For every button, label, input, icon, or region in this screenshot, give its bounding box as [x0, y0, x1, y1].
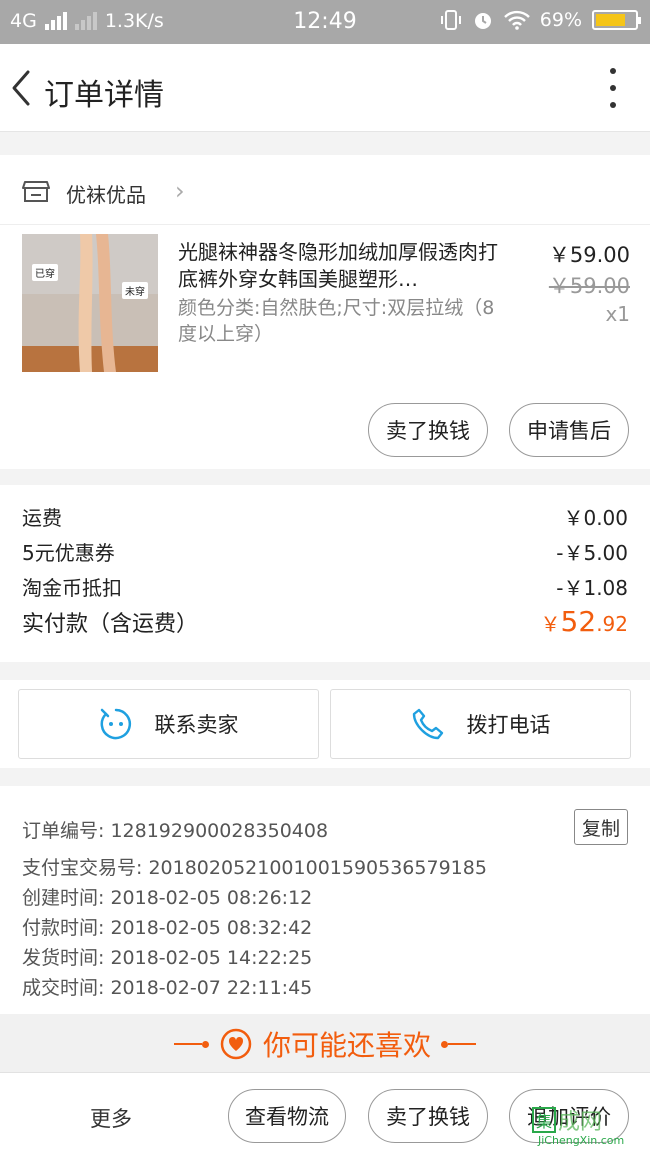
sell-exchange-button[interactable]: 卖了换钱	[368, 403, 488, 457]
completed-time-line: 成交时间: 2018-02-07 22:11:45	[22, 973, 312, 1000]
header: 订单详情	[0, 44, 650, 132]
paid-time-line: 付款时间: 2018-02-05 08:32:42	[22, 913, 312, 940]
shipping-value: ￥0.00	[563, 506, 628, 530]
coupon-label: 5元优惠券	[22, 541, 115, 565]
recommend-header: 你可能还喜欢	[0, 1024, 650, 1064]
status-right: 69%	[440, 9, 641, 31]
copy-button[interactable]: 复制	[574, 809, 628, 845]
fee-summary: 运费 ￥0.00 5元优惠券 -￥5.00 淘金币抵扣 -￥1.08 实付款（含…	[0, 485, 650, 662]
coupon-row: 5元优惠券 -￥5.00	[22, 537, 628, 566]
add-review-button[interactable]: 追加评价	[509, 1089, 629, 1143]
chevron-right-icon: ›	[175, 177, 185, 205]
wifi-icon	[503, 10, 530, 30]
shop-name: 优袜优品	[66, 183, 146, 207]
coins-label: 淘金币抵扣	[22, 576, 122, 600]
shop-card: 优袜优品 › 已穿 未穿 光腿袜神器冬隐形加绒加厚假透肉打底裤外穿女韩国美腿塑形…	[0, 155, 650, 469]
product-spec: 颜色分类:自然肤色;尺寸:双层拉绒（8度以上穿）	[178, 297, 495, 345]
created-time-label: 创建时间:	[22, 887, 105, 909]
call-phone-button[interactable]: 拨打电话	[330, 689, 631, 759]
total-row: 实付款（含运费） ￥52.92	[22, 605, 628, 638]
image-label-worn: 已穿	[32, 264, 58, 281]
product-photo	[22, 234, 158, 372]
total-label: 实付款（含运费）	[22, 612, 199, 637]
more-options-icon[interactable]	[608, 68, 618, 108]
product-original-price: ￥59.00	[548, 274, 630, 298]
total-amount: ￥52.92	[541, 605, 628, 638]
coins-value: -￥1.08	[556, 576, 628, 600]
shipping-row: 运费 ￥0.00	[22, 502, 628, 531]
coupon-value: -￥5.00	[556, 541, 628, 565]
image-label-unworn: 未穿	[122, 282, 148, 299]
shop-icon	[22, 181, 50, 202]
battery-percent: 69%	[539, 9, 582, 31]
order-info: 订单编号: 128192900028350408 复制 支付宝交易号: 2018…	[0, 786, 650, 1014]
product-quantity: x1	[605, 302, 630, 326]
back-arrow-icon[interactable]	[8, 68, 34, 108]
page-title: 订单详情	[44, 78, 164, 113]
product-image[interactable]: 已穿 未穿	[22, 234, 158, 372]
completed-time: 2018-02-07 22:11:45	[110, 977, 313, 999]
total-integer: 52	[560, 605, 597, 638]
heart-circle-icon	[220, 1028, 252, 1060]
completed-time-label: 成交时间:	[22, 977, 105, 999]
contact-seller-button[interactable]: 联系卖家	[18, 689, 319, 759]
shop-row[interactable]: 优袜优品 ›	[0, 155, 650, 225]
recommend-left-divider	[173, 1040, 209, 1048]
shipped-time: 2018-02-05 14:22:25	[110, 947, 313, 969]
after-sales-button[interactable]: 申请售后	[509, 403, 629, 457]
created-time: 2018-02-05 08:26:12	[110, 887, 313, 909]
product-name[interactable]: 光腿袜神器冬隐形加绒加厚假透肉打底裤外穿女韩国美腿塑形…	[178, 239, 498, 293]
product-price: ￥59.00	[548, 243, 630, 267]
battery-icon	[592, 10, 641, 30]
order-number-label: 订单编号:	[22, 820, 105, 842]
alipay-number-line: 支付宝交易号: 2018020521001001590536579185	[22, 853, 487, 880]
paid-time: 2018-02-05 08:32:42	[110, 917, 313, 939]
call-phone-label: 拨打电话	[466, 713, 551, 737]
recommend-section: 你可能还喜欢	[0, 1014, 650, 1072]
order-number: 128192900028350408	[110, 820, 329, 842]
contact-seller-label: 联系卖家	[154, 713, 239, 737]
alipay-number: 2018020521001001590536579185	[148, 857, 487, 879]
total-currency: ￥	[540, 612, 561, 636]
shipped-time-label: 发货时间:	[22, 947, 105, 969]
coins-row: 淘金币抵扣 -￥1.08	[22, 572, 628, 601]
phone-icon	[412, 708, 443, 740]
alipay-number-label: 支付宝交易号:	[22, 857, 143, 879]
paid-time-label: 付款时间:	[22, 917, 105, 939]
bottom-action-bar: 更多 查看物流 卖了换钱 追加评价	[0, 1072, 650, 1155]
order-number-line: 订单编号: 128192900028350408	[22, 816, 328, 843]
recommend-title: 你可能还喜欢	[262, 1029, 431, 1062]
recommend-right-divider	[441, 1040, 476, 1048]
chat-face-icon	[100, 708, 131, 740]
view-logistics-button[interactable]: 查看物流	[228, 1089, 346, 1143]
total-decimal: .92	[596, 612, 628, 636]
created-time-line: 创建时间: 2018-02-05 08:26:12	[22, 883, 312, 910]
vibrate-icon	[440, 10, 461, 30]
alarm-icon	[474, 13, 491, 29]
shipped-time-line: 发货时间: 2018-02-05 14:22:25	[22, 943, 312, 970]
more-button[interactable]: 更多	[90, 1103, 132, 1133]
sell-exchange-bottom-button[interactable]: 卖了换钱	[368, 1089, 488, 1143]
status-bar: 4G 1.3K/s 12:49 69%	[0, 0, 650, 44]
shipping-label: 运费	[22, 506, 62, 530]
